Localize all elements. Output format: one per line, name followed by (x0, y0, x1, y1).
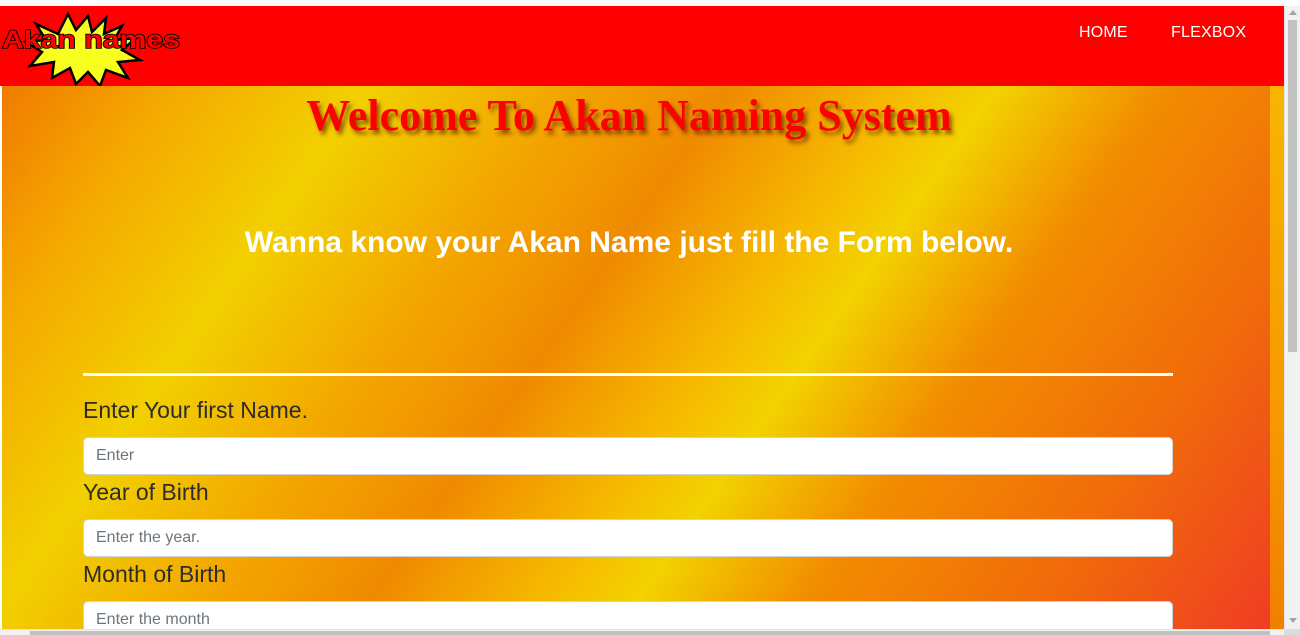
first-name-label: Enter Your first Name. (83, 397, 308, 423)
svg-text:Akan names: Akan names (2, 26, 180, 54)
navbar: Akan names HOME FLEXBOX (0, 6, 1284, 89)
hero-left-edge (0, 86, 2, 629)
horizontal-scrollbar-thumb[interactable] (30, 631, 1270, 635)
month-of-birth-input[interactable] (83, 601, 1173, 629)
hero-section: Welcome To Akan Naming System Wanna know… (0, 86, 1284, 629)
vertical-scrollbar[interactable] (1284, 6, 1300, 629)
scroll-up-arrow-icon[interactable] (1289, 10, 1297, 15)
starburst-logo-icon: Akan names (1, 11, 181, 89)
nav-flexbox-link[interactable]: FLEXBOX (1171, 24, 1246, 42)
year-of-birth-input[interactable] (83, 519, 1173, 557)
hero-tagline: Wanna know your Akan Name just fill the … (244, 226, 1014, 259)
scrollbar-corner (1284, 629, 1300, 635)
hero-right-edge (1270, 86, 1284, 629)
month-of-birth-label: Month of Birth (83, 561, 227, 587)
first-name-input[interactable] (83, 437, 1173, 475)
scroll-down-arrow-icon[interactable] (1289, 618, 1297, 623)
browser-viewport: Akan names HOME FLEXBOX Welcome To Akan … (0, 0, 1300, 635)
year-of-birth-label: Year of Birth (83, 479, 209, 505)
horizontal-scrollbar[interactable] (0, 629, 1284, 635)
vertical-scrollbar-thumb[interactable] (1288, 20, 1297, 352)
form-divider (83, 373, 1173, 376)
akan-names-logo[interactable]: Akan names (0, 8, 182, 89)
page-title: Welcome To Akan Naming System (306, 91, 952, 140)
nav-home-link[interactable]: HOME (1079, 24, 1128, 42)
